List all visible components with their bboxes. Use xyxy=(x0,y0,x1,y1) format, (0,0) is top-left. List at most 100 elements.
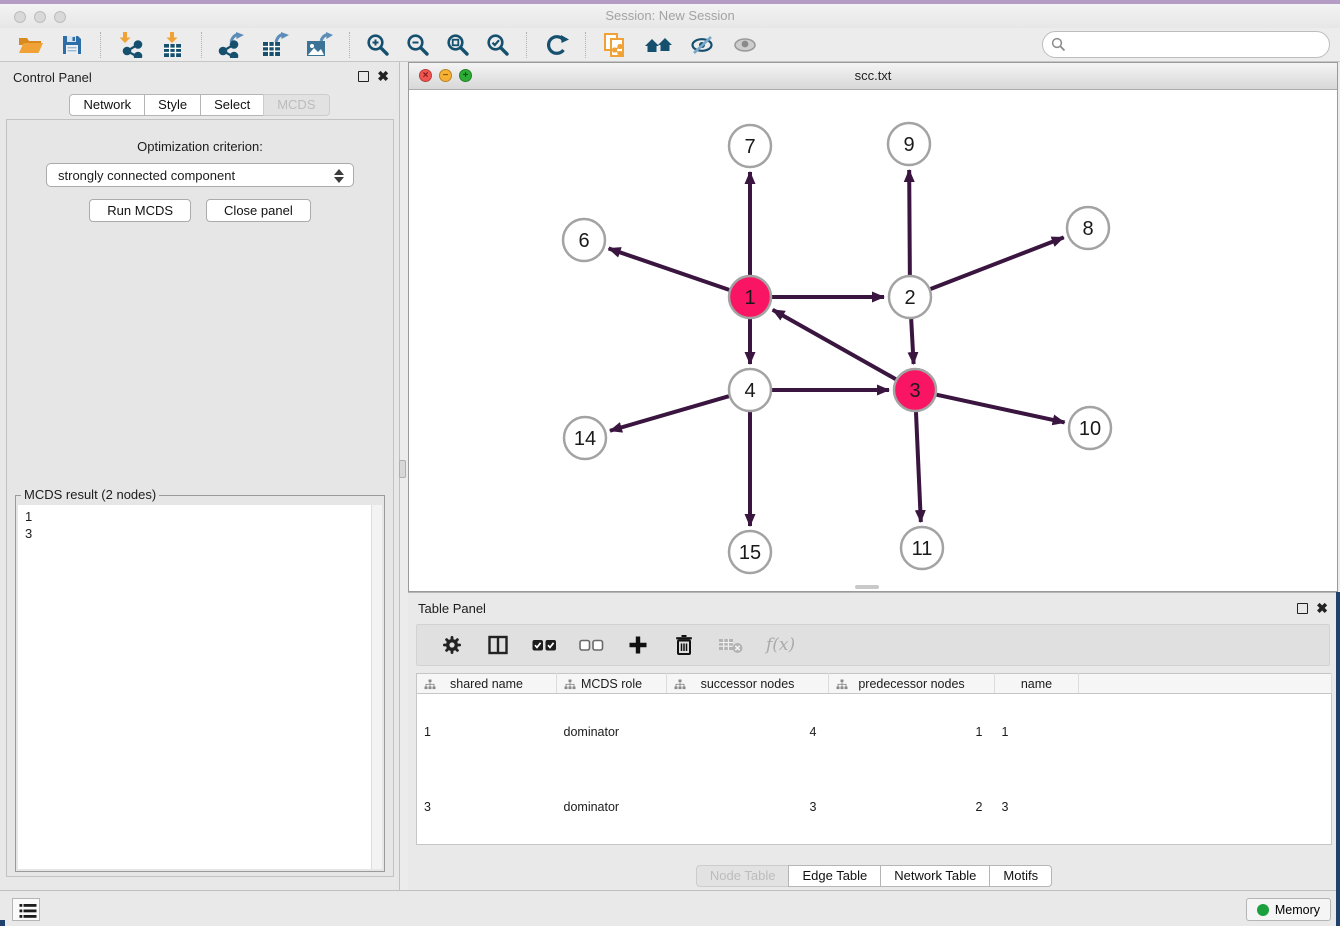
search-icon xyxy=(1051,37,1066,52)
column-header-name[interactable]: name xyxy=(995,674,1079,694)
open-session-button[interactable] xyxy=(13,32,49,58)
export-table-icon xyxy=(261,32,289,58)
table-cell[interactable]: 3 xyxy=(995,769,1079,845)
delete-column-button[interactable] xyxy=(667,632,701,658)
tab-motifs[interactable]: Motifs xyxy=(989,865,1052,887)
zoom-in-button[interactable] xyxy=(361,32,395,58)
tab-select[interactable]: Select xyxy=(200,94,264,116)
show-all-button[interactable] xyxy=(727,32,763,58)
zoom-selected-button[interactable] xyxy=(481,32,515,58)
delete-table-button[interactable] xyxy=(713,634,749,656)
run-mcds-button[interactable]: Run MCDS xyxy=(89,199,191,222)
network-canvas[interactable]: 7968124314101511 xyxy=(409,90,1337,591)
tab-style[interactable]: Style xyxy=(144,94,201,116)
tab-node-table[interactable]: Node Table xyxy=(696,865,790,887)
edge-1-6[interactable] xyxy=(609,248,730,289)
node-label-15: 15 xyxy=(739,542,761,564)
column-header-successor-nodes[interactable]: successor nodes xyxy=(667,674,829,694)
edge-2-9[interactable] xyxy=(909,170,910,275)
mcds-result-title: MCDS result (2 nodes) xyxy=(21,487,159,502)
first-neighbors-button[interactable] xyxy=(639,32,679,58)
toolbar-separator xyxy=(526,32,527,58)
zoom-out-button[interactable] xyxy=(401,32,435,58)
edge-2-8[interactable] xyxy=(931,237,1064,289)
apply-layout-button[interactable] xyxy=(538,32,574,58)
tab-edge-table[interactable]: Edge Table xyxy=(788,865,881,887)
zoom-fit-icon xyxy=(446,33,470,57)
status-bar: Memory xyxy=(0,890,1340,926)
table-cell[interactable]: 4 xyxy=(667,694,829,770)
export-network-button[interactable] xyxy=(213,31,250,59)
column-header-predecessor-nodes[interactable]: predecessor nodes xyxy=(829,674,995,694)
close-table-panel-button[interactable]: ✖ xyxy=(1316,601,1328,615)
import-table-button[interactable] xyxy=(154,31,190,59)
table-row[interactable]: 1dominator411 xyxy=(417,694,1332,770)
export-table-button[interactable] xyxy=(256,31,294,59)
import-network-button[interactable] xyxy=(112,31,148,59)
search-box xyxy=(1042,31,1330,58)
mcds-panel: Optimization criterion: strongly connect… xyxy=(6,119,394,877)
app-titlebar: Session: New Session xyxy=(0,4,1340,28)
save-session-button[interactable] xyxy=(55,32,89,58)
edge-3-1[interactable] xyxy=(773,310,896,379)
table-cell[interactable]: 1 xyxy=(829,694,995,770)
memory-button[interactable]: Memory xyxy=(1246,898,1331,921)
panel-splitter-handle[interactable] xyxy=(399,460,406,478)
mcds-result-item: 1 xyxy=(25,508,371,525)
float-table-panel-button[interactable] xyxy=(1297,603,1308,614)
table-cell[interactable]: dominator xyxy=(557,769,667,845)
search-input[interactable] xyxy=(1071,37,1329,52)
table-cell[interactable]: dominator xyxy=(557,694,667,770)
control-panel-tabs: NetworkStyleSelectMCDS xyxy=(0,94,399,116)
node-table: shared nameMCDS rolesuccessor nodesprede… xyxy=(416,673,1332,845)
zoom-fit-button[interactable] xyxy=(441,32,475,58)
task-history-button[interactable] xyxy=(12,898,40,921)
optimization-criterion-label: Optimization criterion: xyxy=(7,139,393,154)
column-header-shared-name[interactable]: shared name xyxy=(417,674,557,694)
table-cell[interactable]: 1 xyxy=(417,694,557,770)
tab-mcds[interactable]: MCDS xyxy=(263,94,329,116)
table-settings-button[interactable] xyxy=(435,632,469,658)
table-header-row: shared nameMCDS rolesuccessor nodesprede… xyxy=(417,674,1332,694)
deselect-all-columns-button[interactable] xyxy=(574,635,609,655)
close-panel-button[interactable]: ✖ xyxy=(377,69,389,83)
edge-3-11[interactable] xyxy=(916,412,921,522)
table-row[interactable]: 3dominator323 xyxy=(417,769,1332,845)
tab-network[interactable]: Network xyxy=(69,94,145,116)
toolbar-separator xyxy=(585,32,586,58)
gear-icon xyxy=(440,633,464,657)
table-cell[interactable]: 1 xyxy=(995,694,1079,770)
edge-4-14[interactable] xyxy=(610,396,729,431)
network-hscrollbar-handle[interactable] xyxy=(855,585,879,589)
select-all-columns-button[interactable] xyxy=(527,635,562,655)
table-cell[interactable]: 3 xyxy=(417,769,557,845)
new-network-from-selection-button[interactable] xyxy=(597,31,633,59)
edge-3-10[interactable] xyxy=(936,395,1064,423)
table-panel: Table Panel ✖ xyxy=(408,592,1340,890)
plus-icon xyxy=(626,633,650,657)
refresh-layout-icon xyxy=(543,33,569,57)
column-layout-button[interactable] xyxy=(481,632,515,658)
result-scrollbar[interactable] xyxy=(371,505,382,869)
close-panel-pushbutton[interactable]: Close panel xyxy=(206,199,311,222)
optimization-criterion-select[interactable]: strongly connected component xyxy=(46,163,354,187)
attribute-tree-icon xyxy=(564,679,576,690)
application-window: Session: New Session xyxy=(0,0,1340,926)
control-panel: Control Panel ✖ NetworkStyleSelectMCDS O… xyxy=(0,62,400,890)
add-column-button[interactable] xyxy=(621,632,655,658)
column-header-MCDS-role[interactable]: MCDS role xyxy=(557,674,667,694)
tab-network-table[interactable]: Network Table xyxy=(880,865,990,887)
function-builder-button[interactable]: f(x) xyxy=(761,644,800,647)
export-image-button[interactable] xyxy=(300,31,338,59)
float-panel-button[interactable] xyxy=(358,71,369,82)
select-stepper-icon xyxy=(334,168,344,184)
hide-selected-button[interactable] xyxy=(685,32,721,58)
table-cell[interactable]: 2 xyxy=(829,769,995,845)
import-network-icon xyxy=(117,32,143,58)
node-label-14: 14 xyxy=(574,428,596,450)
node-label-2: 2 xyxy=(904,287,915,309)
node-label-9: 9 xyxy=(903,134,914,156)
edge-2-3[interactable] xyxy=(911,319,913,364)
table-cell[interactable]: 3 xyxy=(667,769,829,845)
network-window-title: scc.txt xyxy=(409,68,1337,83)
